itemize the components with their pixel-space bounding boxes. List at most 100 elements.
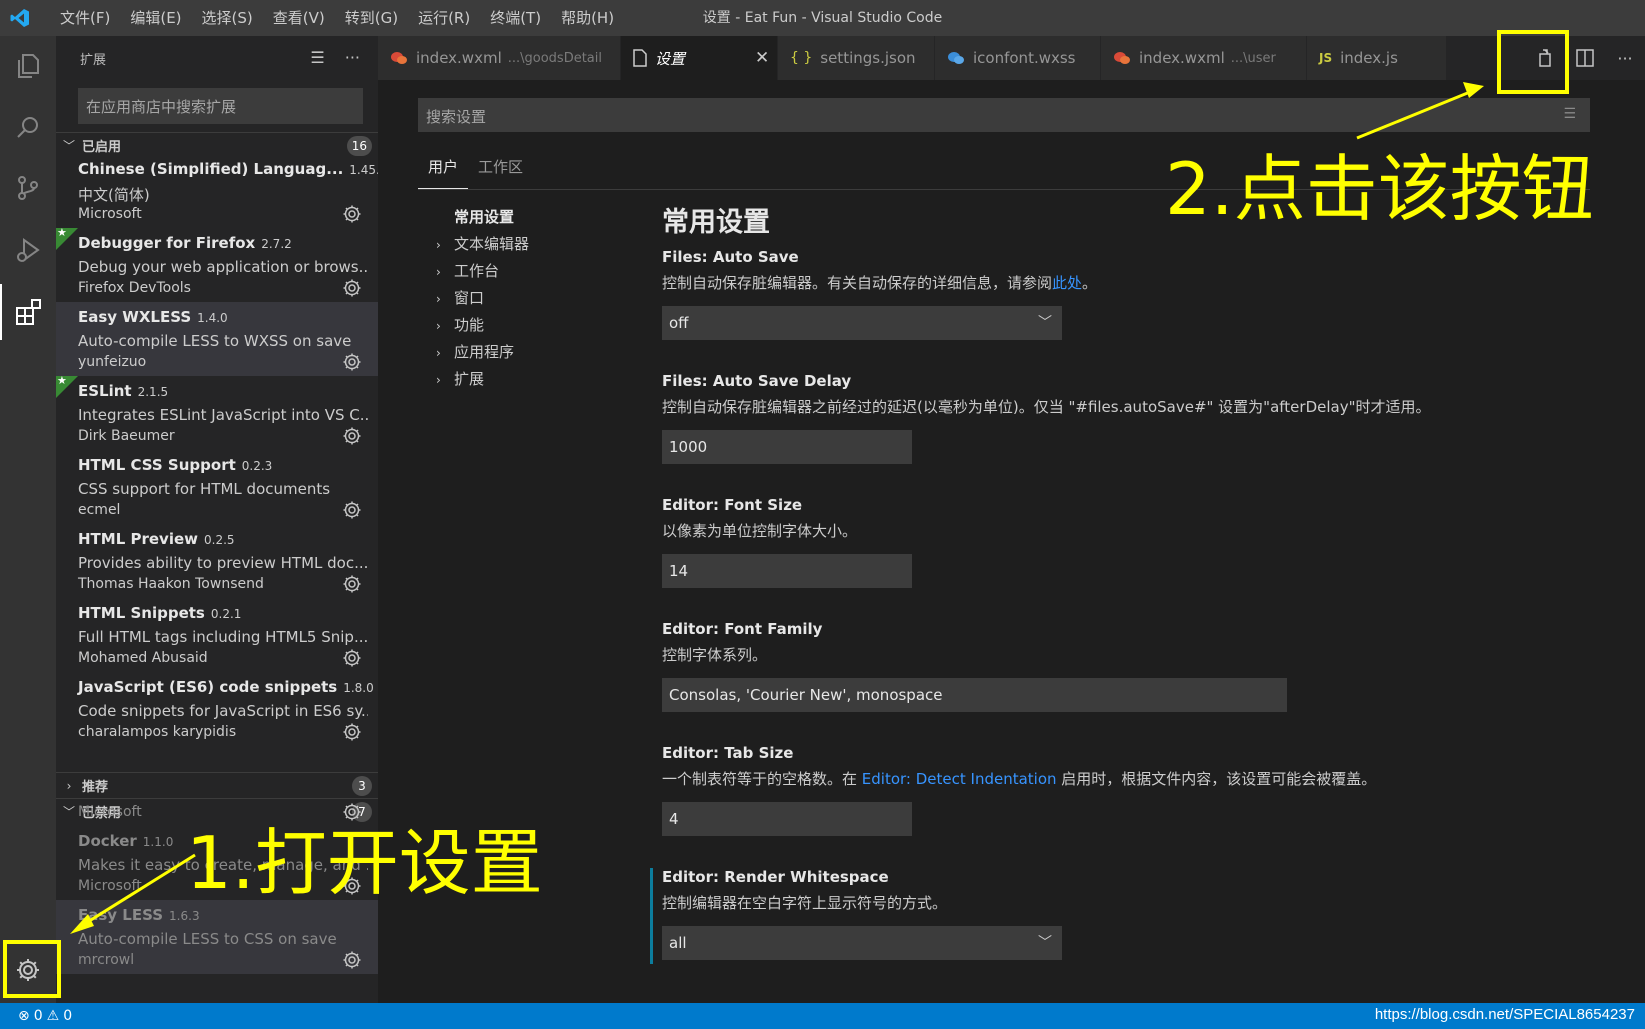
extension-name-text: ESLint (78, 382, 132, 400)
setting-editor-render-whitespace: Editor: Render Whitespace 控制编辑器在空白字符上显示符… (650, 868, 1622, 964)
tab-settings-json[interactable]: { } settings.json (778, 36, 935, 80)
tab-user[interactable]: 用户 (418, 150, 469, 189)
toc-item[interactable]: › 扩展 (436, 366, 626, 393)
extension-description: Full HTML tags including HTML5 Snip... (78, 628, 368, 646)
toc-item[interactable]: › 文本编辑器 (436, 231, 626, 258)
setting-title: Font Family (724, 620, 823, 638)
explorer-icon[interactable] (0, 38, 56, 94)
toc-item[interactable]: › 工作台 (436, 258, 626, 285)
chevron-down-icon: ﹀ (1038, 315, 1052, 331)
extension-name-text: Docker (78, 832, 137, 850)
extension-item[interactable]: Chinese (Simplified) Languag... 1.45.1 中文(… (56, 154, 378, 228)
manage-gear-icon[interactable] (342, 648, 362, 668)
font-size-input[interactable]: 14 (662, 554, 912, 588)
filter-icon[interactable]: ☰ (1563, 106, 1576, 122)
star-icon: ★ (57, 226, 67, 239)
settings-search-placeholder: 搜索设置 (426, 108, 487, 126)
source-control-icon[interactable] (0, 160, 56, 216)
more-actions-icon[interactable]: ··· (345, 36, 360, 80)
split-editor-icon[interactable] (1565, 36, 1605, 80)
toc-item[interactable]: › 应用程序 (436, 339, 626, 366)
tab-size-input[interactable]: 4 (662, 802, 912, 836)
extension-name: HTML Snippets 0.2.1 (78, 604, 241, 622)
chevron-right-icon: › (436, 292, 441, 306)
chevron-right-icon: › (436, 319, 441, 333)
setting-title: Tab Size (724, 744, 794, 762)
manage-gear-icon[interactable] (342, 426, 362, 446)
menu-view[interactable]: 查看(V) (263, 0, 335, 36)
manage-gear-icon[interactable] (342, 802, 362, 822)
tab-index-wxml-user[interactable]: index.wxml ...\user (1101, 36, 1307, 80)
run-debug-icon[interactable] (0, 222, 56, 278)
close-icon[interactable]: ✕ (755, 48, 769, 68)
menu-run[interactable]: 运行(R) (408, 0, 480, 36)
setting-desc: 以像素为单位控制字体大小。 (662, 522, 858, 540)
problems-indicator[interactable]: ⊗ 0 ⚠ 0 (18, 1008, 72, 1024)
toc-item-label: 应用程序 (454, 343, 515, 361)
chevron-right-icon: › (436, 373, 441, 387)
clear-filter-icon[interactable]: ☰ (310, 36, 324, 80)
chevron-down-icon: ﹀ (62, 139, 75, 153)
tab-index-js[interactable]: JS index.js (1307, 36, 1447, 80)
wechat-icon (1113, 50, 1131, 66)
detect-indentation-link[interactable]: Editor: Detect Indentation (862, 770, 1057, 788)
error-icon: ⊗ (18, 1008, 30, 1024)
menu-go[interactable]: 转到(G) (335, 0, 408, 36)
extension-item[interactable]: JavaScript (ES6) code snippets 1.8.0 Code … (56, 672, 378, 746)
auto-save-delay-input[interactable]: 1000 (662, 430, 912, 464)
extension-publisher: Dirk Baeumer (78, 428, 175, 444)
manage-gear-icon[interactable] (342, 950, 362, 970)
extension-publisher: Microsoft (78, 878, 142, 894)
extension-item[interactable]: Microsoft (56, 752, 378, 826)
file-icon (633, 49, 647, 67)
setting-category: Editor: (662, 496, 725, 514)
tab-sublabel: ...\goodsDetail (507, 50, 602, 66)
extension-item[interactable]: HTML Preview 0.2.5 Provides ability to pre… (56, 524, 378, 598)
toc-item[interactable]: › 窗口 (436, 285, 626, 312)
extension-publisher: ecmel (78, 502, 121, 518)
menu-selection[interactable]: 选择(S) (192, 0, 263, 36)
extension-item[interactable]: Easy WXLESS 1.4.0 Auto-compile LESS to WXS… (56, 302, 378, 376)
extension-item[interactable]: ★ Debugger for Firefox 2.7.2 Debug your web… (56, 226, 378, 302)
here-link[interactable]: 此处 (1052, 274, 1082, 292)
toc-common[interactable]: 常用设置 (436, 204, 626, 231)
extension-description: 中文(简体) (78, 186, 150, 204)
more-actions-icon[interactable]: ··· (1605, 36, 1645, 80)
manage-gear-icon[interactable] (342, 500, 362, 520)
extension-name-text: HTML Snippets (78, 604, 205, 622)
menu-terminal[interactable]: 终端(T) (480, 0, 551, 36)
settings-search-input[interactable]: 搜索设置 ☰ (418, 98, 1590, 132)
tab-label: iconfont.wxss (973, 49, 1076, 67)
setting-desc-post: 启用时，根据文件内容，该设置可能会被覆盖。 (1056, 770, 1377, 788)
setting-title: Font Size (724, 496, 803, 514)
manage-gear-icon[interactable] (342, 722, 362, 742)
extension-name-text: JavaScript (ES6) code snippets (78, 678, 338, 696)
extension-item[interactable]: HTML CSS Support 0.2.3 CSS support for HTM… (56, 450, 378, 524)
extension-item[interactable]: ★ ESLint 2.1.5 Integrates ESLint JavaScript… (56, 374, 378, 450)
font-family-input[interactable]: Consolas, 'Courier New', monospace (662, 678, 1287, 712)
menu-help[interactable]: 帮助(H) (551, 0, 624, 36)
extension-item[interactable]: HTML Snippets 0.2.1 Full HTML tags includi… (56, 598, 378, 672)
menu-edit[interactable]: 编辑(E) (120, 0, 191, 36)
auto-save-dropdown[interactable]: off ﹀ (662, 306, 1062, 340)
menu-file[interactable]: 文件(F) (50, 0, 120, 36)
extension-name: HTML CSS Support 0.2.3 (78, 456, 272, 474)
tab-settings[interactable]: 设置 ✕ (621, 36, 778, 80)
manage-gear-icon[interactable] (342, 574, 362, 594)
tab-index-wxml-goods[interactable]: index.wxml ...\goodsDetail (378, 36, 621, 80)
extension-name-text: Easy LESS (78, 906, 164, 924)
manage-gear-icon[interactable] (342, 204, 362, 224)
search-icon[interactable] (0, 100, 56, 156)
tab-iconfont-wxss[interactable]: iconfont.wxss (935, 36, 1101, 80)
toc-item[interactable]: › 功能 (436, 312, 626, 339)
extension-version: 0.2.1 (210, 607, 242, 621)
setting-title: Auto Save (712, 248, 799, 266)
manage-gear-icon[interactable] (342, 278, 362, 298)
extension-publisher: Firefox DevTools (78, 280, 191, 296)
render-whitespace-dropdown[interactable]: all ﹀ (662, 926, 1062, 960)
manage-gear-icon[interactable] (342, 352, 362, 372)
extension-search-input[interactable]: 在应用商店中搜索扩展 (78, 88, 363, 124)
extensions-icon[interactable] (0, 284, 56, 340)
extension-item[interactable]: Easy LESS 1.6.3 Auto-compile LESS to CSS o… (56, 900, 378, 974)
tab-workspace[interactable]: 工作区 (468, 150, 533, 189)
